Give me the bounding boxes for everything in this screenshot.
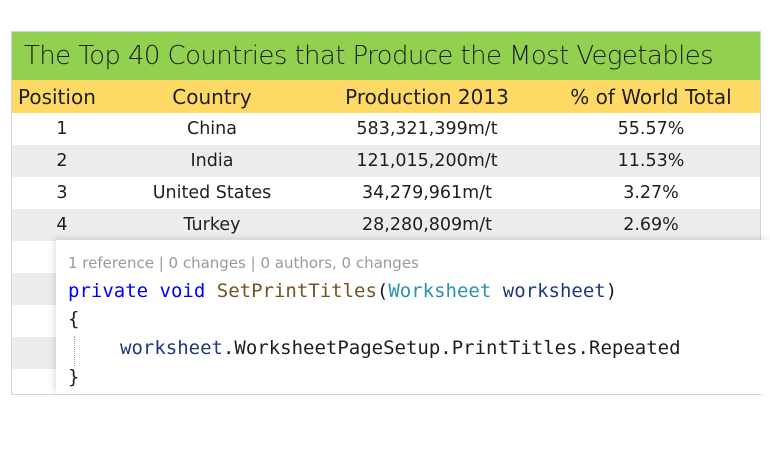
cell-position: 2 xyxy=(56,151,68,171)
header-position: Position xyxy=(18,84,96,109)
cell-production: 28,280,809m/t xyxy=(361,215,492,235)
header-percent: % of World Total xyxy=(570,84,732,109)
table-row: 1 China 583,321,399m/t 55.57% xyxy=(12,113,760,145)
cell-position: 1 xyxy=(56,119,68,139)
cell-country: India xyxy=(190,151,234,171)
table-title: The Top 40 Countries that Produce the Mo… xyxy=(12,32,760,80)
cell-position: 3 xyxy=(56,183,68,203)
close-brace-line: } xyxy=(68,366,80,388)
cell-country: United States xyxy=(152,183,272,203)
open-brace-line: { xyxy=(68,308,80,330)
cell-production: 583,321,399m/t xyxy=(356,119,498,139)
cell-percent: 3.27% xyxy=(623,183,679,203)
cell-country: Turkey xyxy=(183,215,241,235)
method-body-line: worksheet.WorksheetPageSetup.PrintTitles… xyxy=(120,337,681,359)
table-row: 4 Turkey 28,280,809m/t 2.69% xyxy=(12,209,760,241)
cell-position: 4 xyxy=(56,215,68,235)
keyword-void: void xyxy=(159,280,206,302)
keyword-private: private xyxy=(68,280,149,302)
code-editor-panel: 1 reference | 0 changes | 0 authors, 0 c… xyxy=(56,240,770,394)
header-production: Production 2013 xyxy=(345,84,509,109)
open-paren: ( xyxy=(376,280,389,302)
cell-percent: 11.53% xyxy=(617,151,685,171)
method-signature-line: private void SetPrintTitles(Worksheet wo… xyxy=(68,280,617,302)
param-name: worksheet xyxy=(502,280,606,302)
body-member-chain: .WorksheetPageSetup.PrintTitles.Repeated xyxy=(222,337,681,359)
method-name[interactable]: SetPrintTitles xyxy=(217,280,377,302)
table-row: 2 India 121,015,200m/t 11.53% xyxy=(12,145,760,177)
cell-production: 34,279,961m/t xyxy=(361,183,492,203)
table-row: 3 United States 34,279,961m/t 3.27% xyxy=(12,177,760,209)
cell-percent: 55.57% xyxy=(617,119,685,139)
header-country: Country xyxy=(172,84,252,109)
codelens-info[interactable]: 1 reference | 0 changes | 0 authors, 0 c… xyxy=(68,254,419,272)
table-header-row: Position Country Production 2013 % of Wo… xyxy=(12,80,760,113)
cell-production: 121,015,200m/t xyxy=(356,151,498,171)
cell-country: China xyxy=(187,119,237,139)
body-object: worksheet xyxy=(120,337,223,359)
indent-guide xyxy=(74,336,75,366)
close-paren: ) xyxy=(605,280,618,302)
param-type[interactable]: Worksheet xyxy=(388,280,491,302)
cell-percent: 2.69% xyxy=(623,215,679,235)
